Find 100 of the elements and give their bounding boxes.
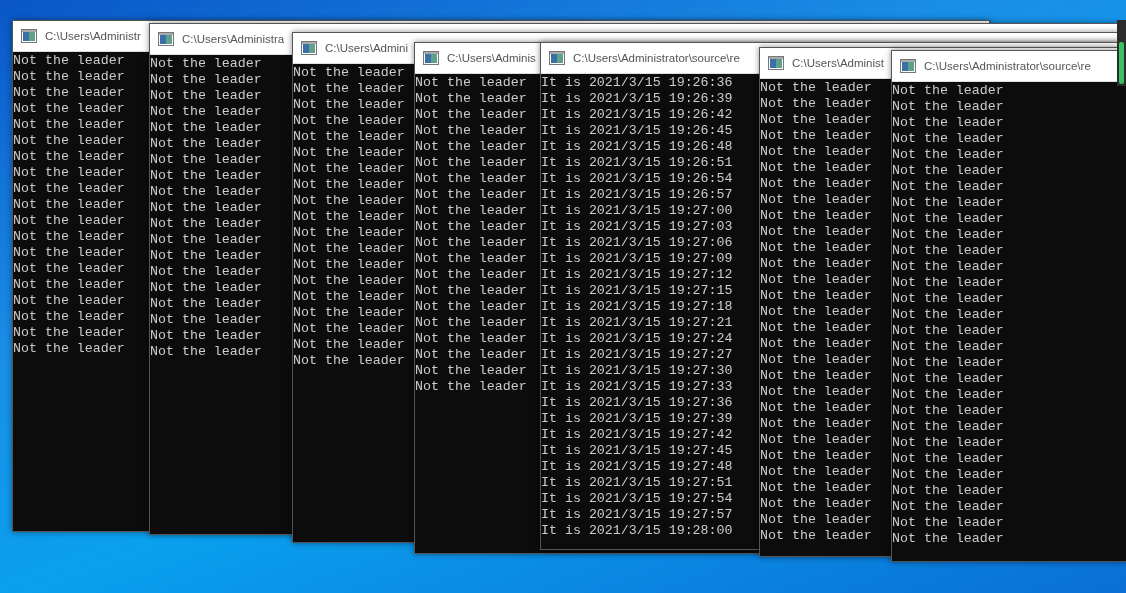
console-line: Not the leader	[760, 432, 872, 448]
console-line: Not the leader	[293, 321, 405, 337]
console-line: Not the leader	[150, 136, 262, 152]
console-line: Not the leader	[892, 99, 1004, 115]
console-line: Not the leader	[760, 176, 872, 192]
console-line: Not the leader	[760, 192, 872, 208]
window-title: C:\Users\Administrator\source\re	[573, 52, 740, 64]
console-line: Not the leader	[293, 193, 405, 209]
console-line: Not the leader	[760, 464, 872, 480]
console-line: Not the leader	[150, 216, 262, 232]
console-line: Not the leader	[892, 227, 1004, 243]
console-line: It is 2021/3/15 19:27:06	[541, 235, 733, 251]
console-line: Not the leader	[760, 128, 872, 144]
console-app-icon	[301, 41, 317, 55]
console-line: Not the leader	[760, 496, 872, 512]
console-line: It is 2021/3/15 19:26:48	[541, 139, 733, 155]
console-line: Not the leader	[150, 344, 262, 360]
console-line: Not the leader	[760, 384, 872, 400]
console-line: Not the leader	[293, 353, 405, 369]
console-line: Not the leader	[415, 363, 527, 379]
console-line: Not the leader	[293, 161, 405, 177]
console-app-icon	[900, 59, 916, 73]
console-line: Not the leader	[892, 499, 1004, 515]
console-line: Not the leader	[892, 131, 1004, 147]
console-line: Not the leader	[892, 467, 1004, 483]
console-line: Not the leader	[760, 208, 872, 224]
console-line: Not the leader	[150, 312, 262, 328]
console-line: Not the leader	[760, 96, 872, 112]
console-line: Not the leader	[13, 69, 125, 85]
console-line: Not the leader	[415, 379, 527, 395]
console-line: Not the leader	[150, 168, 262, 184]
console-line: It is 2021/3/15 19:27:00	[541, 203, 733, 219]
console-line: It is 2021/3/15 19:26:54	[541, 171, 733, 187]
console-line: Not the leader	[892, 307, 1004, 323]
console-line: Not the leader	[892, 195, 1004, 211]
console-line: Not the leader	[892, 403, 1004, 419]
console-line: Not the leader	[293, 65, 405, 81]
console-line: Not the leader	[892, 243, 1004, 259]
console-line: Not the leader	[13, 181, 125, 197]
console-line: Not the leader	[13, 277, 125, 293]
console-line: Not the leader	[760, 112, 872, 128]
console-line: Not the leader	[760, 448, 872, 464]
console-app-icon	[768, 56, 784, 70]
scrollbar[interactable]	[1117, 20, 1126, 86]
console-line: Not the leader	[760, 528, 872, 544]
console-line: It is 2021/3/15 19:27:48	[541, 459, 733, 475]
console-line: Not the leader	[293, 97, 405, 113]
console-line: It is 2021/3/15 19:27:24	[541, 331, 733, 347]
console-line: Not the leader	[150, 56, 262, 72]
console-line: Not the leader	[892, 83, 1004, 99]
console-line: Not the leader	[892, 483, 1004, 499]
console-line: It is 2021/3/15 19:27:27	[541, 347, 733, 363]
console-line: Not the leader	[760, 416, 872, 432]
window-title: C:\Users\Administrator\source\re	[924, 60, 1091, 72]
console-line: It is 2021/3/15 19:27:09	[541, 251, 733, 267]
console-line: Not the leader	[150, 152, 262, 168]
console-line: It is 2021/3/15 19:27:57	[541, 507, 733, 523]
console-line: Not the leader	[892, 179, 1004, 195]
console-line: Not the leader	[150, 104, 262, 120]
console-line: Not the leader	[415, 203, 527, 219]
console-line: Not the leader	[760, 320, 872, 336]
console-line: Not the leader	[13, 229, 125, 245]
console-line: It is 2021/3/15 19:26:51	[541, 155, 733, 171]
console-line: Not the leader	[13, 149, 125, 165]
console-line: It is 2021/3/15 19:26:39	[541, 91, 733, 107]
window-title: C:\Users\Adminis	[447, 52, 536, 64]
console-line: It is 2021/3/15 19:27:21	[541, 315, 733, 331]
console-line: Not the leader	[13, 53, 125, 69]
console-line: Not the leader	[293, 177, 405, 193]
console-line: It is 2021/3/15 19:27:54	[541, 491, 733, 507]
console-line: It is 2021/3/15 19:28:00	[541, 523, 733, 539]
console-line: Not the leader	[293, 305, 405, 321]
console-line: Not the leader	[760, 336, 872, 352]
console-line: Not the leader	[892, 515, 1004, 531]
console-line: Not the leader	[760, 304, 872, 320]
console-line: It is 2021/3/15 19:27:42	[541, 427, 733, 443]
console-line: Not the leader	[150, 72, 262, 88]
console-line: Not the leader	[892, 115, 1004, 131]
console-line: Not the leader	[293, 225, 405, 241]
window-title: C:\Users\Administra	[182, 33, 285, 45]
console-line: Not the leader	[760, 224, 872, 240]
console-line: Not the leader	[892, 371, 1004, 387]
console-line: Not the leader	[892, 339, 1004, 355]
console-line: Not the leader	[892, 259, 1004, 275]
console-line: Not the leader	[13, 293, 125, 309]
console-line: Not the leader	[892, 147, 1004, 163]
console-line: Not the leader	[13, 165, 125, 181]
console-line: Not the leader	[13, 261, 125, 277]
console-line: It is 2021/3/15 19:27:45	[541, 443, 733, 459]
console-line: Not the leader	[892, 291, 1004, 307]
console-line: Not the leader	[13, 117, 125, 133]
console-line: Not the leader	[150, 248, 262, 264]
console-line: It is 2021/3/15 19:27:36	[541, 395, 733, 411]
console-line: Not the leader	[760, 240, 872, 256]
console-line: Not the leader	[415, 107, 527, 123]
console-line: Not the leader	[13, 85, 125, 101]
console-line: It is 2021/3/15 19:27:39	[541, 411, 733, 427]
console-line: Not the leader	[415, 75, 527, 91]
console-line: Not the leader	[13, 245, 125, 261]
console-line: Not the leader	[293, 81, 405, 97]
